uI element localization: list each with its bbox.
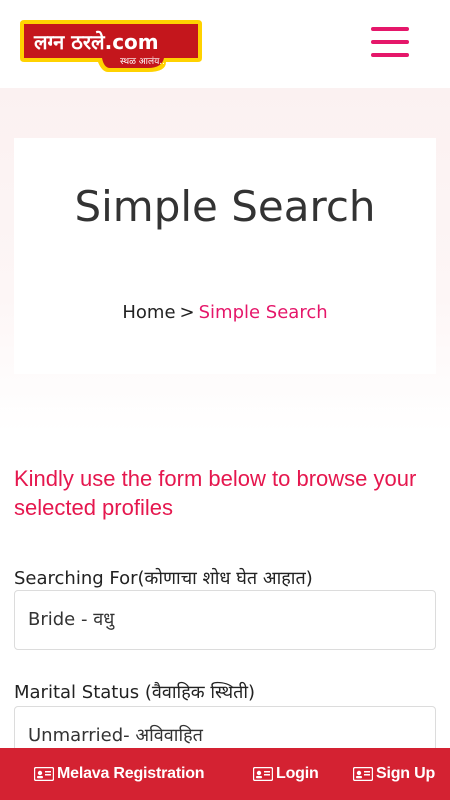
bottom-action-bar: Melava Registration Login Sign Up xyxy=(0,748,450,800)
breadcrumb-current: Simple Search xyxy=(198,302,328,323)
breadcrumb: Home > Simple Search xyxy=(14,302,436,323)
sign-up-link[interactable]: Sign Up xyxy=(353,748,435,800)
login-link[interactable]: Login xyxy=(253,748,319,800)
form-intro-text: Kindly use the form below to browse your… xyxy=(14,466,417,520)
melava-registration-link[interactable]: Melava Registration xyxy=(34,748,205,800)
title-card: Simple Search Home > Simple Search xyxy=(14,138,436,374)
id-card-icon xyxy=(34,767,54,781)
logo-text: लग्न ठरले.com xyxy=(33,30,159,54)
searching-for-select[interactable]: Bride - वधु xyxy=(14,590,436,650)
hamburger-menu-icon[interactable] xyxy=(371,27,409,57)
searching-for-label: Searching For(कोणाचा शोध घेत आहात) xyxy=(14,568,313,589)
breadcrumb-separator: > xyxy=(179,302,195,323)
login-label: Login xyxy=(276,765,319,782)
melava-registration-label: Melava Registration xyxy=(57,765,205,782)
breadcrumb-home-link[interactable]: Home xyxy=(122,302,175,323)
site-header: लग्न ठरले.com स्थळ आलंय... xyxy=(0,0,450,88)
page-title: Simple Search xyxy=(74,182,376,231)
id-card-icon xyxy=(353,767,373,781)
site-logo[interactable]: लग्न ठरले.com स्थळ आलंय... xyxy=(16,18,206,74)
logo-tagline: स्थळ आलंय... xyxy=(120,56,168,67)
marital-status-label: Marital Status (वैवाहिक स्थिती) xyxy=(14,682,256,703)
sign-up-label: Sign Up xyxy=(376,765,436,782)
id-card-icon xyxy=(253,767,273,781)
page-banner: Simple Search Home > Simple Search xyxy=(0,88,450,433)
